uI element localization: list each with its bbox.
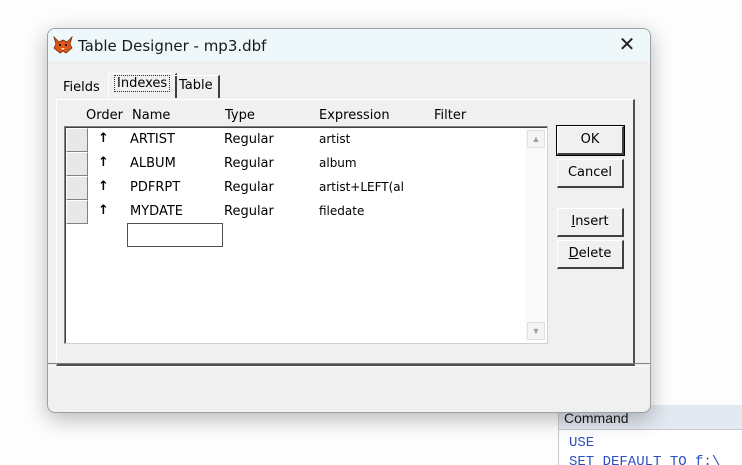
dialog-titlebar[interactable]: Table Designer - mp3.dbf ✕ <box>48 29 650 61</box>
column-header-filter: Filter <box>434 108 467 123</box>
index-type[interactable]: Regular <box>224 156 274 171</box>
order-ascending-icon[interactable]: ↑ <box>98 131 109 146</box>
command-line: SET DEFAULT TO f:\ <box>569 454 721 465</box>
index-expression[interactable]: artist+LEFT(al <box>319 180 404 194</box>
row-selector[interactable] <box>66 200 88 224</box>
ok-button[interactable]: OK <box>556 125 625 156</box>
indexes-grid[interactable]: ↑ ARTIST Regular artist ↑ ALBUM Regular … <box>64 126 548 344</box>
index-name[interactable]: MYDATE <box>130 204 183 219</box>
command-window-body[interactable]: USE SET DEFAULT TO f:\ <box>559 430 742 465</box>
scroll-down-arrow-icon[interactable]: ▼ <box>527 322 545 340</box>
row-selector[interactable] <box>66 128 88 152</box>
desktop: Command USE SET DEFAULT TO f:\ Table Desi… <box>0 0 742 465</box>
tab-table[interactable]: Table <box>174 75 220 98</box>
tab-indexes[interactable]: Indexes <box>108 73 178 98</box>
row-selector[interactable] <box>66 176 88 200</box>
column-header-name: Name <box>132 108 171 123</box>
delete-button-label: Delete <box>568 246 612 261</box>
tab-fields[interactable]: Fields <box>58 78 105 98</box>
close-button[interactable]: ✕ <box>608 31 646 59</box>
command-window: Command USE SET DEFAULT TO f:\ <box>558 405 742 465</box>
insert-button-label: Insert <box>571 214 609 229</box>
order-ascending-icon[interactable]: ↑ <box>98 203 109 218</box>
dialog-separator <box>48 363 650 367</box>
delete-button[interactable]: Delete <box>557 240 624 269</box>
table-row[interactable]: ↑ ARTIST Regular artist <box>65 128 525 152</box>
index-expression[interactable]: filedate <box>319 204 364 218</box>
index-type[interactable]: Regular <box>224 204 274 219</box>
insert-button[interactable]: Insert <box>557 208 624 237</box>
tab-indexes-label: Indexes <box>114 75 171 92</box>
grid-vertical-scrollbar[interactable]: ▲ ▼ <box>525 128 545 341</box>
fox-icon <box>53 36 73 54</box>
scroll-up-arrow-icon[interactable]: ▲ <box>527 130 545 148</box>
index-expression[interactable]: artist <box>319 132 350 146</box>
cancel-button[interactable]: Cancel <box>557 159 624 188</box>
close-icon: ✕ <box>618 34 636 56</box>
new-index-name-input[interactable] <box>127 223 223 247</box>
column-header-expression: Expression <box>319 108 390 123</box>
index-name[interactable]: ARTIST <box>130 132 175 147</box>
table-row[interactable]: ↑ PDFRPT Regular artist+LEFT(al <box>65 176 525 200</box>
table-row[interactable]: ↑ ALBUM Regular album <box>65 152 525 176</box>
index-name[interactable]: PDFRPT <box>130 180 180 195</box>
index-type[interactable]: Regular <box>224 132 274 147</box>
dialog-title: Table Designer - mp3.dbf <box>78 37 267 55</box>
column-header-type: Type <box>225 108 255 123</box>
row-selector[interactable] <box>66 152 88 176</box>
order-ascending-icon[interactable]: ↑ <box>98 155 109 170</box>
index-expression[interactable]: album <box>319 156 357 170</box>
table-designer-dialog: Table Designer - mp3.dbf ✕ Fields Indexe… <box>47 28 651 413</box>
order-ascending-icon[interactable]: ↑ <box>98 179 109 194</box>
index-type[interactable]: Regular <box>224 180 274 195</box>
column-header-order: Order <box>86 108 123 123</box>
command-line: USE <box>569 435 595 451</box>
table-row[interactable]: ↑ MYDATE Regular filedate <box>65 200 525 224</box>
index-name[interactable]: ALBUM <box>130 156 176 171</box>
